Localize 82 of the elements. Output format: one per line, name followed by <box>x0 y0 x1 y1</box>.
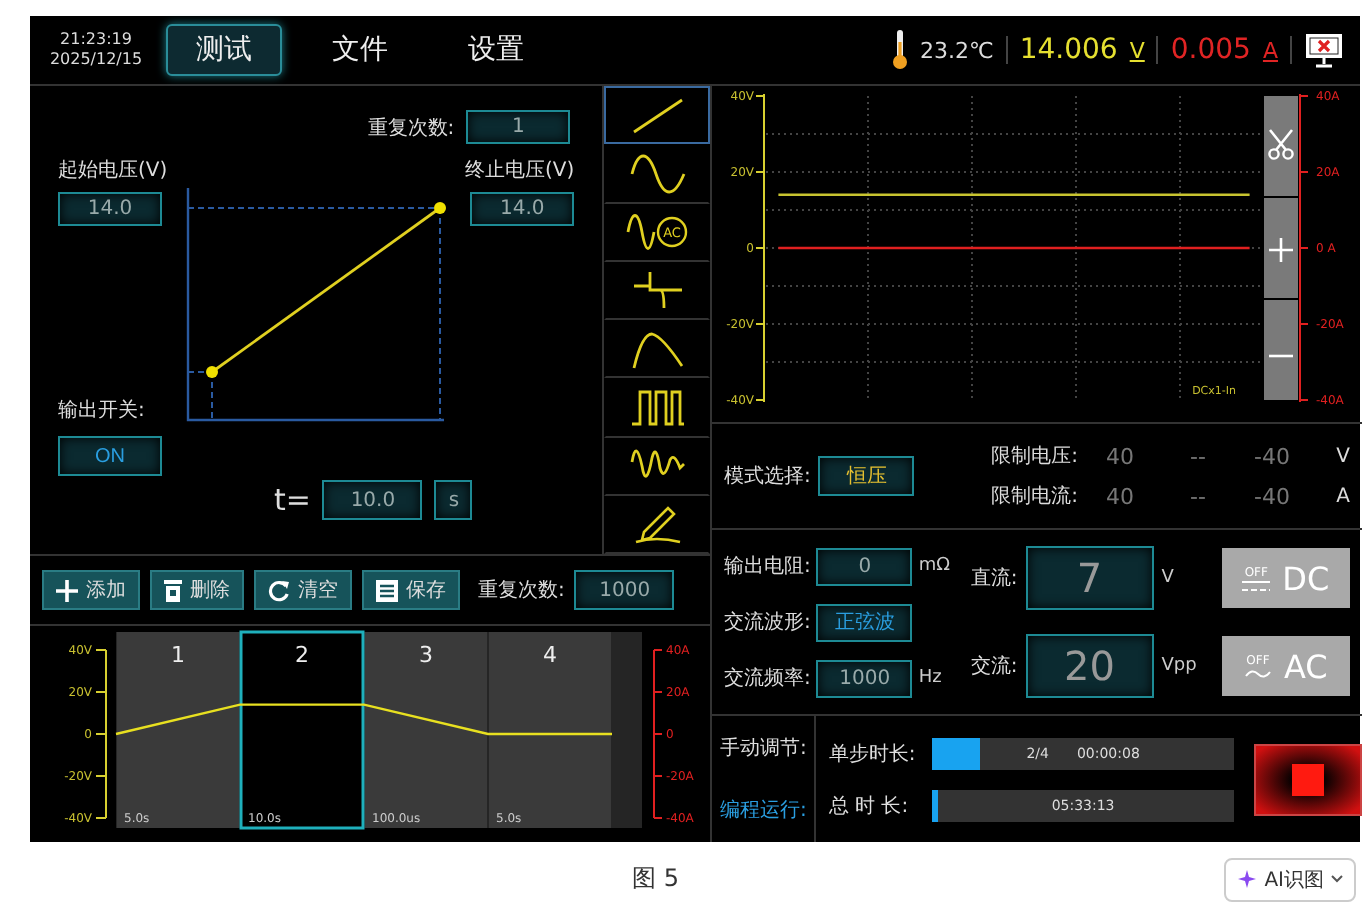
step-number: 3 <box>419 642 433 668</box>
setting-label: 交流频率: <box>724 665 811 692</box>
cut-button[interactable] <box>1264 96 1298 196</box>
time-label: t= <box>274 482 311 518</box>
repeat-count-label: 重复次数: <box>478 577 565 604</box>
stop-button[interactable] <box>1253 743 1362 815</box>
nav-tab[interactable]: 设置 <box>438 24 554 76</box>
step-number: 2 <box>295 642 309 668</box>
limit-min: -40 <box>1252 443 1292 469</box>
output-switch-label: 输出开关: <box>58 397 147 424</box>
limit-min: -40 <box>1252 483 1292 509</box>
setting-field[interactable]: 1000 <box>816 659 913 697</box>
setting-unit: Hz <box>918 668 944 688</box>
limit-separator: -- <box>1188 483 1208 509</box>
ac-symbol-icon <box>1243 667 1272 679</box>
voltage-unit: V <box>1129 37 1145 63</box>
channel-unit: Vpp <box>1161 656 1199 676</box>
clock-date: 2025/12/15 <box>49 50 143 70</box>
limit-unit: A <box>1334 485 1350 507</box>
limit-separator: -- <box>1188 443 1208 469</box>
limit-label: 限制电压: <box>991 443 1078 470</box>
time-unit-field[interactable]: s <box>434 480 473 520</box>
toolbar-button[interactable]: 删除 <box>150 570 244 610</box>
repeat-count-field[interactable]: 1 <box>466 110 571 144</box>
thermometer-icon <box>891 30 908 70</box>
step-column[interactable] <box>365 632 487 828</box>
temperature-reading: 23.2℃ <box>919 37 994 63</box>
setting-field[interactable]: 0 <box>816 547 913 585</box>
trash-icon <box>164 579 182 601</box>
figure-caption: 图 5 <box>632 862 679 896</box>
output-switch-button[interactable]: ON <box>58 436 162 476</box>
mode-select[interactable]: 恒压 <box>818 456 915 496</box>
channel-unit: V <box>1161 568 1176 588</box>
mode-tab[interactable]: 编程运行: <box>712 779 815 842</box>
zoom-in-button[interactable] <box>1264 198 1298 298</box>
voltage-reading: 14.006 <box>1019 34 1118 66</box>
toolbar-button[interactable]: 清空 <box>254 570 352 610</box>
time-field[interactable]: 10.0 <box>322 480 423 520</box>
chevron-icon <box>1330 874 1344 884</box>
current-reading: 0.005 <box>1170 34 1251 66</box>
limit-label: 限制电流: <box>991 483 1078 510</box>
ai-image-button[interactable]: AI识图 <box>1224 857 1356 901</box>
sparkle-icon <box>1236 868 1259 890</box>
step-column[interactable] <box>239 630 365 830</box>
dc-symbol-icon <box>1242 579 1271 591</box>
nav-tab[interactable]: 测试 <box>166 24 282 76</box>
step-number: 4 <box>543 642 557 668</box>
toolbar-button[interactable]: 添加 <box>42 570 140 610</box>
setting-label: 交流波形: <box>724 609 811 636</box>
end-voltage-field[interactable]: 14.0 <box>470 192 575 226</box>
channel-value-field[interactable]: 20 <box>1025 634 1154 698</box>
channel-label: 交流: <box>970 653 1018 680</box>
setting-label: 输出电阻: <box>724 553 811 580</box>
plus-icon <box>56 579 78 601</box>
setting-field[interactable]: 正弦波 <box>816 603 913 641</box>
start-voltage-field[interactable]: 14.0 <box>58 192 162 226</box>
limit-max: 40 <box>1104 483 1136 509</box>
clock-time: 21:23:19 <box>60 30 132 50</box>
hump-wave-icon <box>627 327 688 372</box>
nav-tab[interactable]: 文件 <box>302 24 418 76</box>
toolbar-button[interactable]: 保存 <box>362 570 460 610</box>
current-unit: A <box>1262 37 1278 63</box>
setting-unit: mΩ <box>918 556 953 576</box>
start-voltage-label: 起始电压(V) <box>58 157 170 184</box>
list-icon <box>376 579 398 601</box>
monitor-close-icon[interactable] <box>1304 32 1344 68</box>
waveform-option[interactable] <box>604 86 710 145</box>
refresh-icon <box>268 579 290 601</box>
limit-max: 40 <box>1104 443 1136 469</box>
sine-wave-icon <box>627 151 688 196</box>
repeat-count-field[interactable]: 1000 <box>574 570 675 610</box>
limit-unit: V <box>1334 445 1350 467</box>
progress-label: 单步时长: <box>828 741 918 767</box>
channel-label: 直流: <box>970 565 1018 592</box>
end-voltage-label: 终止电压(V) <box>465 157 575 184</box>
square-wave-icon <box>627 385 688 430</box>
step-number: 1 <box>171 642 185 668</box>
mode-label: 模式选择: <box>724 463 811 490</box>
channel-value-field[interactable]: 7 <box>1025 546 1154 610</box>
mode-tab[interactable]: 手动调节: <box>712 716 815 779</box>
progress-label: 总 时 长: <box>828 793 911 819</box>
repeat-count-label: 重复次数: <box>367 115 455 141</box>
